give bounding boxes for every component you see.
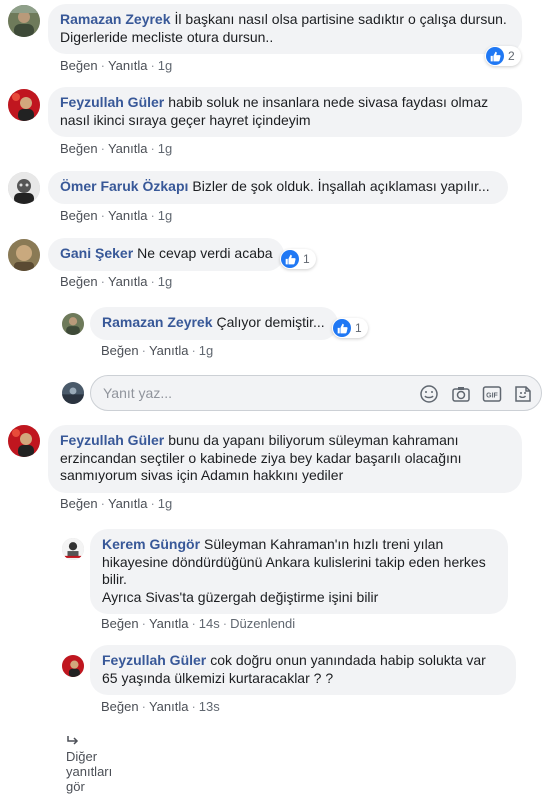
avatar[interactable] — [62, 313, 84, 335]
avatar[interactable] — [8, 425, 40, 457]
timestamp[interactable]: 14s — [199, 616, 220, 631]
timestamp[interactable]: 1g — [158, 274, 172, 289]
comment-author[interactable]: Gani Şeker — [60, 245, 133, 261]
smiley-icon[interactable] — [419, 384, 439, 404]
reaction-count[interactable]: 1 — [332, 318, 368, 338]
thumbs-up-icon — [281, 250, 299, 268]
comment-actions: Beğen · Yanıtla · 1g — [60, 496, 173, 511]
reaction-count[interactable]: 1 — [280, 249, 316, 269]
reply-button[interactable]: Yanıtla — [108, 208, 148, 223]
reply-actions: Beğen · Yanıtla · 13s — [101, 699, 220, 714]
reply-placeholder: Yanıt yaz... — [103, 385, 172, 401]
thumbs-up-icon — [333, 319, 351, 337]
avatar[interactable] — [8, 5, 40, 37]
reply-button[interactable]: Yanıtla — [149, 343, 189, 358]
avatar[interactable] — [62, 538, 84, 560]
avatar[interactable] — [8, 89, 40, 121]
comment-author[interactable]: Feyzullah Güler — [102, 652, 206, 668]
like-button[interactable]: Beğen — [101, 343, 139, 358]
comment-author[interactable]: Ömer Faruk Özkapı — [60, 178, 188, 194]
gif-icon[interactable]: GIF — [482, 384, 502, 404]
reply-arrow-icon — [67, 736, 79, 745]
avatar[interactable] — [8, 172, 40, 204]
camera-icon[interactable] — [451, 384, 471, 404]
reply-button[interactable]: Yanıtla — [108, 58, 148, 73]
svg-text:GIF: GIF — [486, 393, 498, 400]
comment-actions: Beğen · Yanıtla · 1g — [60, 58, 173, 73]
timestamp[interactable]: 1g — [158, 141, 172, 156]
comment-bubble: Gani Şeker Ne cevap verdi acaba — [48, 238, 284, 271]
reply-actions: Beğen · Yanıtla · 14s · Düzenlendi — [101, 616, 296, 631]
comment-bubble: Feyzullah Güler bunu da yapanı biliyorum … — [48, 425, 522, 493]
comment-text-line-2: Ayrıca Sivas'ta güzergah değiştirme işin… — [102, 588, 379, 605]
comment-text: Ne cevap verdi acaba — [137, 245, 273, 261]
reply-button[interactable]: Yanıtla — [149, 699, 189, 714]
reply-actions: Beğen · Yanıtla · 1g — [101, 343, 214, 358]
reply-button[interactable]: Yanıtla — [108, 274, 148, 289]
reply-bubble: Feyzullah Güler cok doğru onun yanındada … — [90, 645, 516, 695]
comment-actions: Beğen · Yanıtla · 1g — [60, 208, 173, 223]
like-button[interactable]: Beğen — [60, 208, 98, 223]
reply-button[interactable]: Yanıtla — [149, 616, 189, 631]
like-button[interactable]: Beğen — [101, 616, 139, 631]
comment-bubble: Ramazan Zeyrek İl başkanı nasıl olsa part… — [48, 4, 522, 54]
like-button[interactable]: Beğen — [60, 141, 98, 156]
timestamp[interactable]: 1g — [158, 496, 172, 511]
like-button[interactable]: Beğen — [60, 496, 98, 511]
current-user-avatar — [62, 382, 84, 404]
reply-button[interactable]: Yanıtla — [108, 496, 148, 511]
comment-author[interactable]: Kerem Güngör — [102, 536, 200, 552]
thumbs-up-icon — [486, 47, 504, 65]
timestamp[interactable]: 1g — [158, 208, 172, 223]
timestamp[interactable]: 1g — [158, 58, 172, 73]
reply-input[interactable]: Yanıt yaz... GIF — [90, 375, 542, 411]
reaction-count[interactable]: 2 — [485, 46, 521, 66]
timestamp[interactable]: 1g — [199, 343, 213, 358]
sticker-icon[interactable] — [513, 384, 533, 404]
more-replies-link[interactable]: Diğer yanıtları gör — [66, 734, 112, 794]
like-button[interactable]: Beğen — [60, 274, 98, 289]
comment-author[interactable]: Ramazan Zeyrek — [102, 314, 213, 330]
comment-author[interactable]: Feyzullah Güler — [60, 94, 164, 110]
reply-bubble: Kerem Güngör Süleyman Kahraman'ın hızlı t… — [90, 529, 508, 614]
comment-bubble: Ömer Faruk Özkapı Bizler de şok olduk. İn… — [48, 171, 508, 204]
timestamp[interactable]: 13s — [199, 699, 220, 714]
comment-text: Bizler de şok olduk. İnşallah açıklaması… — [192, 178, 490, 194]
avatar[interactable] — [8, 239, 40, 271]
comment-actions: Beğen · Yanıtla · 1g — [60, 141, 173, 156]
reply-button[interactable]: Yanıtla — [108, 141, 148, 156]
comment-author[interactable]: Feyzullah Güler — [60, 432, 164, 448]
avatar[interactable] — [62, 655, 84, 677]
comment-actions: Beğen · Yanıtla · 1g — [60, 274, 173, 289]
like-button[interactable]: Beğen — [101, 699, 139, 714]
like-button[interactable]: Beğen — [60, 58, 98, 73]
edited-label[interactable]: Düzenlendi — [230, 616, 295, 631]
comment-bubble: Feyzullah Güler habib soluk ne insanlara … — [48, 87, 522, 137]
comment-author[interactable]: Ramazan Zeyrek — [60, 11, 171, 27]
comment-text: Çalıyor demiştir... — [216, 314, 325, 330]
reply-bubble: Ramazan Zeyrek Çalıyor demiştir... — [90, 307, 338, 340]
